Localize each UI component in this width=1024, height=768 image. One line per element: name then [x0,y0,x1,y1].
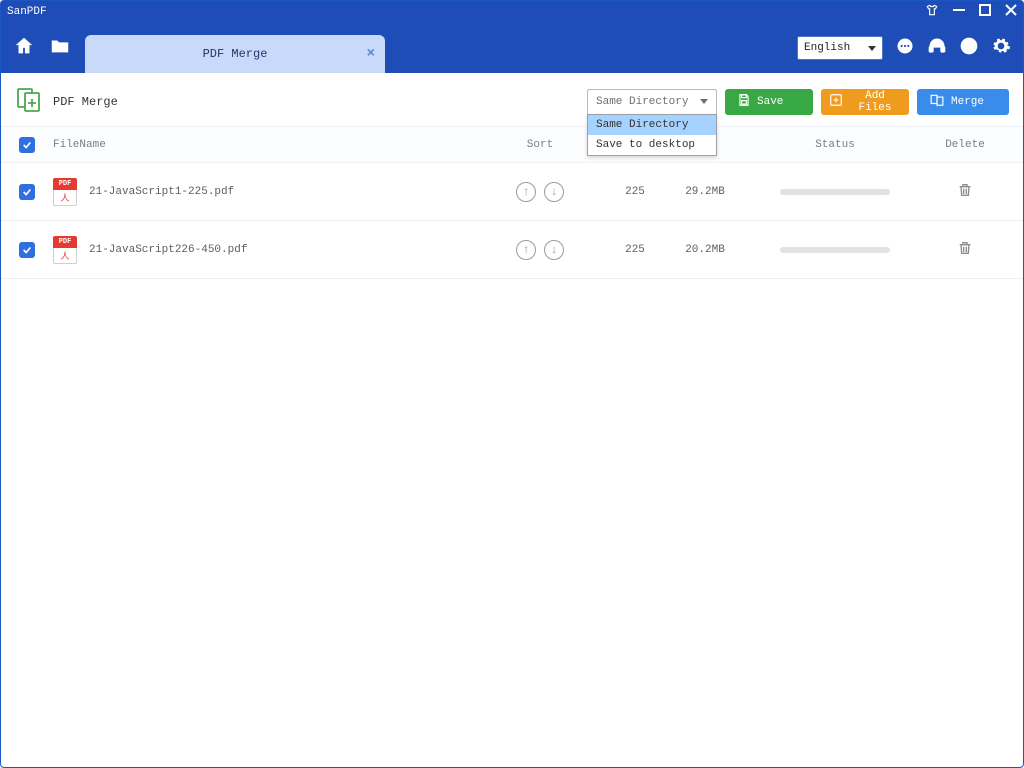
tab-pdf-merge[interactable]: PDF Merge × [85,35,385,73]
file-size: 20.2MB [665,244,745,256]
account-icon[interactable] [959,36,979,60]
language-select[interactable]: English [797,36,883,60]
add-files-label: Add Files [849,90,901,114]
list-header: FileName Sort Status Delete [1,127,1023,163]
select-all-checkbox[interactable] [19,137,35,153]
move-down-button[interactable]: ↓ [544,240,564,260]
col-delete: Delete [925,139,1005,151]
file-size: 29.2MB [665,186,745,198]
file-pages: 225 [605,186,665,198]
feedback-icon[interactable] [895,36,915,60]
add-files-button[interactable]: Add Files [821,89,909,115]
chevron-down-icon [700,99,708,104]
row-checkbox[interactable] [19,184,35,200]
headset-icon[interactable] [927,36,947,60]
titlebar: SanPDF [1,1,1023,23]
file-name: 21-JavaScript226-450.pdf [89,244,247,256]
plus-icon [829,93,843,111]
save-button[interactable]: Save [725,89,813,115]
merge-button[interactable]: Merge [917,89,1009,115]
language-selected: English [804,42,850,54]
directory-dropdown-menu: Same Directory Save to desktop [587,114,717,156]
file-row: PDF人 21-JavaScript226-450.pdf ↑ ↓ 225 20… [1,221,1023,279]
tool-title: PDF Merge [15,86,118,118]
pdf-file-icon: PDF人 [53,236,77,264]
file-pages: 225 [605,244,665,256]
dropdown-option-same-directory[interactable]: Same Directory [588,115,716,135]
dropdown-option-save-to-desktop[interactable]: Save to desktop [588,135,716,155]
home-icon[interactable] [13,35,35,61]
tshirt-icon[interactable] [925,3,939,21]
app-title: SanPDF [7,6,925,18]
maximize-icon[interactable] [979,4,991,20]
row-checkbox[interactable] [19,242,35,258]
tab-close-icon[interactable]: × [367,46,375,62]
progress-bar [780,247,890,253]
menubar: PDF Merge × English [1,23,1023,73]
window-controls [925,3,1017,21]
directory-selected: Same Directory [596,96,688,108]
col-sort: Sort [475,139,605,151]
progress-bar [780,189,890,195]
delete-button[interactable] [957,248,973,260]
nav-left [13,35,71,61]
save-label: Save [757,96,783,108]
menubar-right: English [797,36,1011,60]
pdf-file-icon: PDF人 [53,178,77,206]
merge-icon [929,93,945,111]
settings-icon[interactable] [991,36,1011,60]
pdf-merge-icon [15,86,43,118]
move-up-button[interactable]: ↑ [516,182,536,202]
folder-icon[interactable] [49,35,71,61]
toolbar-title: PDF Merge [53,95,118,109]
tab-label: PDF Merge [203,47,268,61]
file-name: 21-JavaScript1-225.pdf [89,186,234,198]
chevron-down-icon [868,46,876,51]
merge-label: Merge [951,96,984,108]
move-up-button[interactable]: ↑ [516,240,536,260]
toolbar-actions: Same Directory Same Directory Save to de… [587,89,1009,115]
save-icon [737,93,751,111]
toolbar: PDF Merge Same Directory Same Directory … [1,73,1023,127]
col-status: Status [745,139,925,151]
file-row: PDF人 21-JavaScript1-225.pdf ↑ ↓ 225 29.2… [1,163,1023,221]
directory-select[interactable]: Same Directory Same Directory Save to de… [587,89,717,115]
col-filename: FileName [53,139,475,151]
close-icon[interactable] [1005,4,1017,20]
delete-button[interactable] [957,190,973,202]
move-down-button[interactable]: ↓ [544,182,564,202]
minimize-icon[interactable] [953,4,965,20]
